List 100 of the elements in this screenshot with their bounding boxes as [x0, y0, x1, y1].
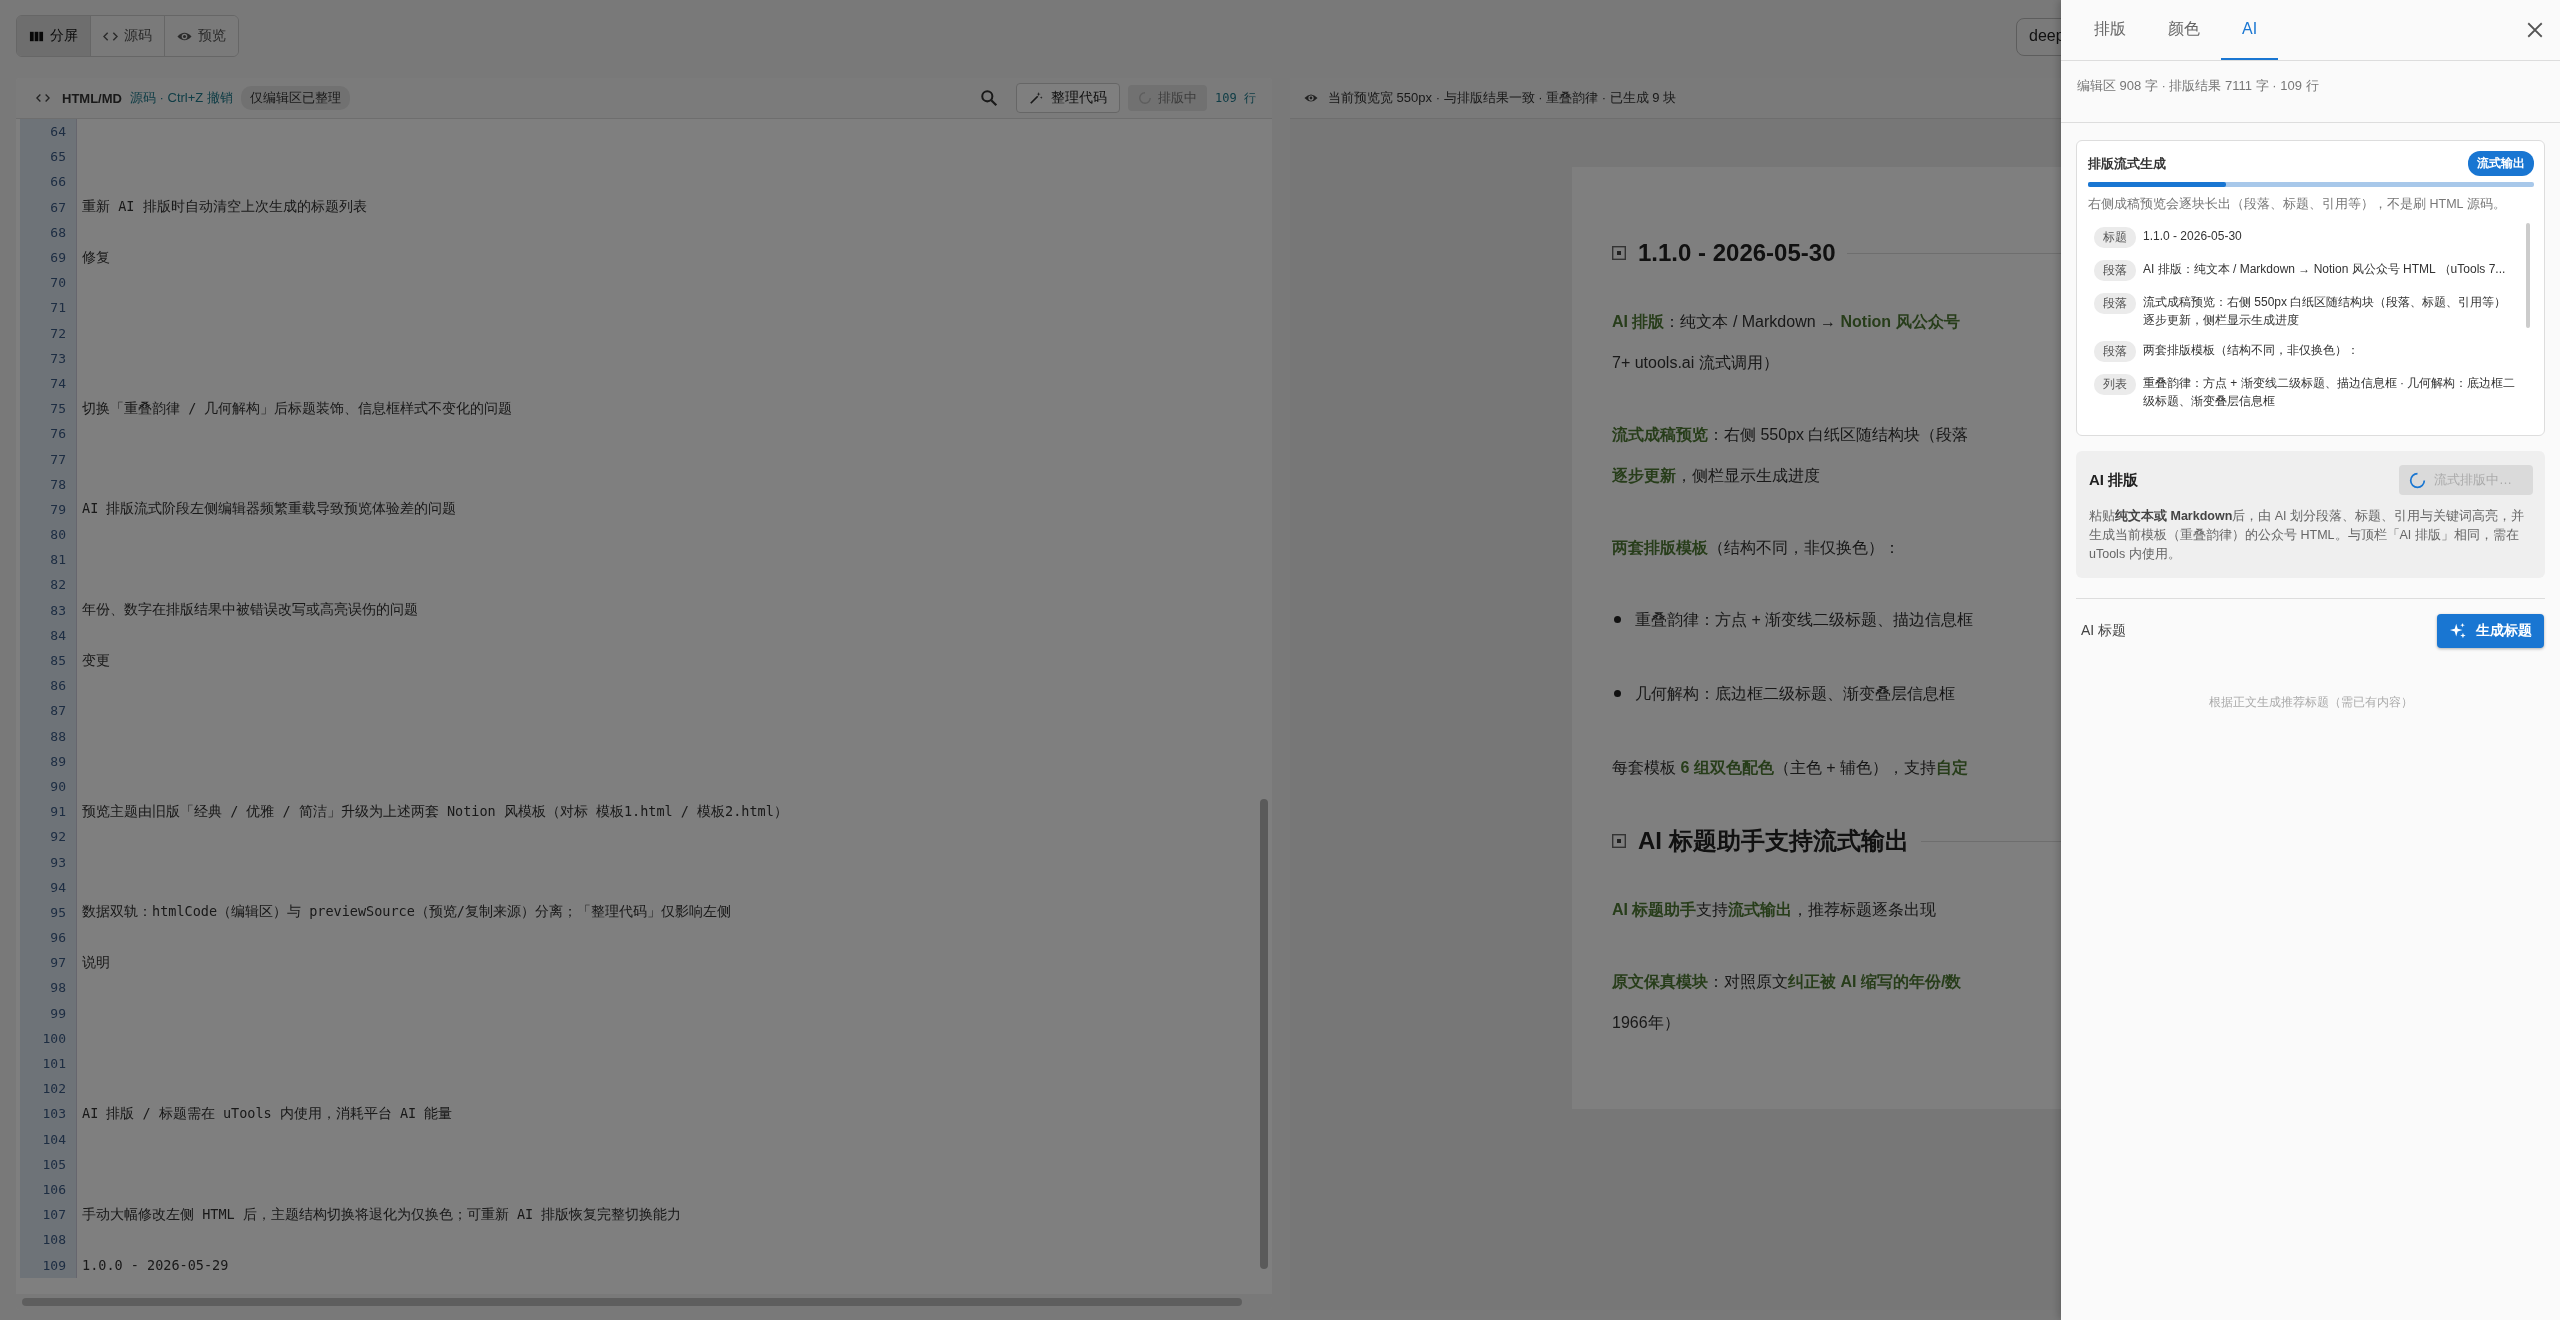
line-number: 69	[20, 244, 77, 271]
paragraph-line: 流式成稿预览：右侧 550px 白纸区随结构块（段落	[1612, 425, 1969, 445]
code-line: 数据双轨：htmlCode（编辑区）与 previewSource（预览/复制来源）分离；「整理代码」仅影响左侧	[82, 903, 731, 922]
code-line: 预览主题由旧版「经典 / 优雅 / 简洁」升级为上述两套 Notion 风模板（对标 模板1.html / 模板2.html）	[82, 802, 788, 821]
line-number: 68	[20, 219, 77, 245]
line-number: 95	[20, 899, 77, 925]
line-number: 99	[20, 1000, 77, 1026]
section-heading: AI 标题助手支持流式输出	[1638, 826, 1909, 856]
code-line: 切换「重叠韵律 / 几何解构」后标题装饰、信息框样式不变化的问题	[82, 399, 513, 418]
line-number: 81	[20, 547, 77, 573]
line-number: 83	[20, 597, 77, 623]
block-text: 流式成稿预览：右侧 550px 白纸区随结构块（段落、标题、引用等）逐步更新，侧栏显示生成进度	[2143, 294, 2508, 329]
line-number: 84	[20, 622, 77, 648]
line-number: 76	[20, 421, 77, 447]
block-tag: 段落	[2094, 341, 2136, 362]
empty-hint: 根据正文生成推荐标题（需已有内容）	[2207, 694, 2414, 711]
magic-wand-icon	[1029, 91, 1044, 105]
view-tab[interactable]: 分屏	[17, 16, 91, 56]
code-icon	[36, 91, 50, 105]
paragraph-line: 每套模板 6 组双色配色（主色 + 辅色），支持自定	[1612, 758, 1969, 778]
line-number: 87	[20, 698, 77, 724]
line-number: 106	[20, 1176, 77, 1203]
block-tag: 段落	[2094, 260, 2136, 281]
block-text: 重叠韵律：方点 + 渐变线二级标题、描边信息框 · 几何解构：底边框二级标题、渐变叠层信息框	[2143, 375, 2516, 410]
code-line: 1.0.0 - 2026-05-29	[82, 1257, 229, 1274]
paragraph-line: 1966年）	[1612, 1013, 1680, 1033]
line-number: 66	[20, 169, 77, 195]
line-number: 71	[20, 295, 77, 321]
code-line: 年份、数字在排版结果中被错误改写或高亮误伤的问题	[82, 601, 418, 620]
generate-title-button[interactable]: 生成标题	[2437, 614, 2544, 648]
spinner-icon	[2409, 471, 2426, 489]
bullet-icon	[1614, 690, 1621, 697]
line-number: 109	[20, 1252, 77, 1278]
line-number: 73	[20, 345, 77, 371]
scrollbar[interactable]	[1260, 799, 1268, 1269]
stream-badge: 流式输出	[2468, 151, 2534, 176]
line-number: 101	[20, 1050, 77, 1077]
scrollbar[interactable]	[22, 1298, 1242, 1306]
section-title: AI 标题	[2081, 622, 2127, 640]
code-line: 修复	[82, 248, 110, 267]
line-number: 90	[20, 773, 77, 800]
block-text: AI 排版：纯文本 / Markdown → Notion 风公众号 HTML （uTools 7...	[2143, 261, 2506, 278]
section-title: AI 排版	[2089, 470, 2139, 490]
close-icon[interactable]	[2526, 21, 2544, 39]
ai-layout-description: 粘贴纯文本或 Markdown后，由 AI 划分段落、标题、引用与关键词高亮，并生成当前模板（重叠韵律）的公众号 HTML。与顶栏「AI 排版」相同，需在 uTools 内使用。	[2089, 508, 2526, 563]
line-number: 105	[20, 1151, 77, 1177]
line-number: 79	[20, 496, 77, 522]
line-number: 103	[20, 1101, 77, 1127]
search-icon[interactable]	[980, 89, 999, 107]
block-tag: 标题	[2094, 227, 2136, 248]
status-badge: 仅编辑区已整理	[240, 86, 350, 110]
line-number: 104	[20, 1126, 77, 1152]
stream-note: 右侧成稿预览会逐块长出（段落、标题、引用等），不是刷 HTML 源码。	[2088, 196, 2507, 213]
line-number: 89	[20, 748, 77, 774]
line-number: 98	[20, 975, 77, 1001]
bullet-icon	[1614, 616, 1621, 623]
drawer-tab[interactable]: 排版	[2073, 0, 2147, 60]
block-tag: 列表	[2094, 374, 2136, 395]
line-number: 70	[20, 270, 77, 296]
line-number: 92	[20, 824, 77, 850]
block-text: 两套排版模板（结构不同，非仅换色）：	[2143, 342, 2359, 359]
line-number: 85	[20, 647, 77, 674]
editor-mode-hint: 源码 · Ctrl+Z 撤销	[129, 89, 233, 107]
line-number: 102	[20, 1076, 77, 1102]
list-item: 重叠韵律：方点 + 渐变线二级标题、描边信息框	[1635, 610, 1974, 630]
code-line: 重新 AI 排版时自动清空上次生成的标题列表	[82, 198, 367, 217]
line-count: 109 行	[1215, 89, 1256, 107]
line-number: 74	[20, 370, 77, 397]
line-number: 80	[20, 522, 77, 548]
section-heading: 1.1.0 - 2026-05-30	[1638, 239, 1836, 267]
card-title: 排版流式生成	[2088, 154, 2166, 173]
paragraph-line: 逐步更新，侧栏显示生成进度	[1612, 466, 1820, 486]
drawer-tab[interactable]: AI	[2221, 0, 2279, 60]
sparkle-icon	[2449, 622, 2467, 640]
line-number: 108	[20, 1227, 77, 1253]
line-number: 94	[20, 874, 77, 900]
code-line: AI 排版流式阶段左侧编辑器频繁重载导致预览体验差的问题	[82, 500, 457, 519]
paragraph-line: AI 排版：纯文本 / Markdown → Notion 风公众号	[1612, 312, 1960, 332]
editor-title: HTML/MD	[62, 90, 122, 106]
line-number: 97	[20, 950, 77, 976]
drawer-tab[interactable]: 颜色	[2147, 0, 2221, 60]
block-tag: 段落	[2094, 293, 2136, 314]
paragraph-line: 两套排版模板（结构不同，非仅换色）：	[1612, 538, 1900, 558]
line-number: 64	[20, 119, 77, 145]
line-number: 91	[20, 799, 77, 825]
code-line: 手动大幅修改左侧 HTML 后，主题结构切换将退化为仅换色；可重新 AI 排版恢复完整切换能力	[82, 1205, 682, 1224]
paragraph-line: AI 标题助手支持流式输出，推荐标题逐条出现	[1612, 900, 1937, 920]
line-number: 100	[20, 1025, 77, 1051]
format-code-button[interactable]: 整理代码	[1016, 83, 1121, 113]
line-number: 86	[20, 673, 77, 699]
code-line: 说明	[82, 953, 110, 972]
line-number: 82	[20, 572, 77, 598]
scrollbar[interactable]	[2526, 223, 2530, 328]
line-number: 93	[20, 849, 77, 875]
block-text: 1.1.0 - 2026-05-30	[2143, 228, 2242, 245]
line-number: 72	[20, 320, 77, 346]
line-number: 67	[20, 194, 77, 220]
code-line: 变更	[82, 651, 110, 670]
line-number: 78	[20, 471, 77, 497]
line-number: 107	[20, 1202, 77, 1228]
